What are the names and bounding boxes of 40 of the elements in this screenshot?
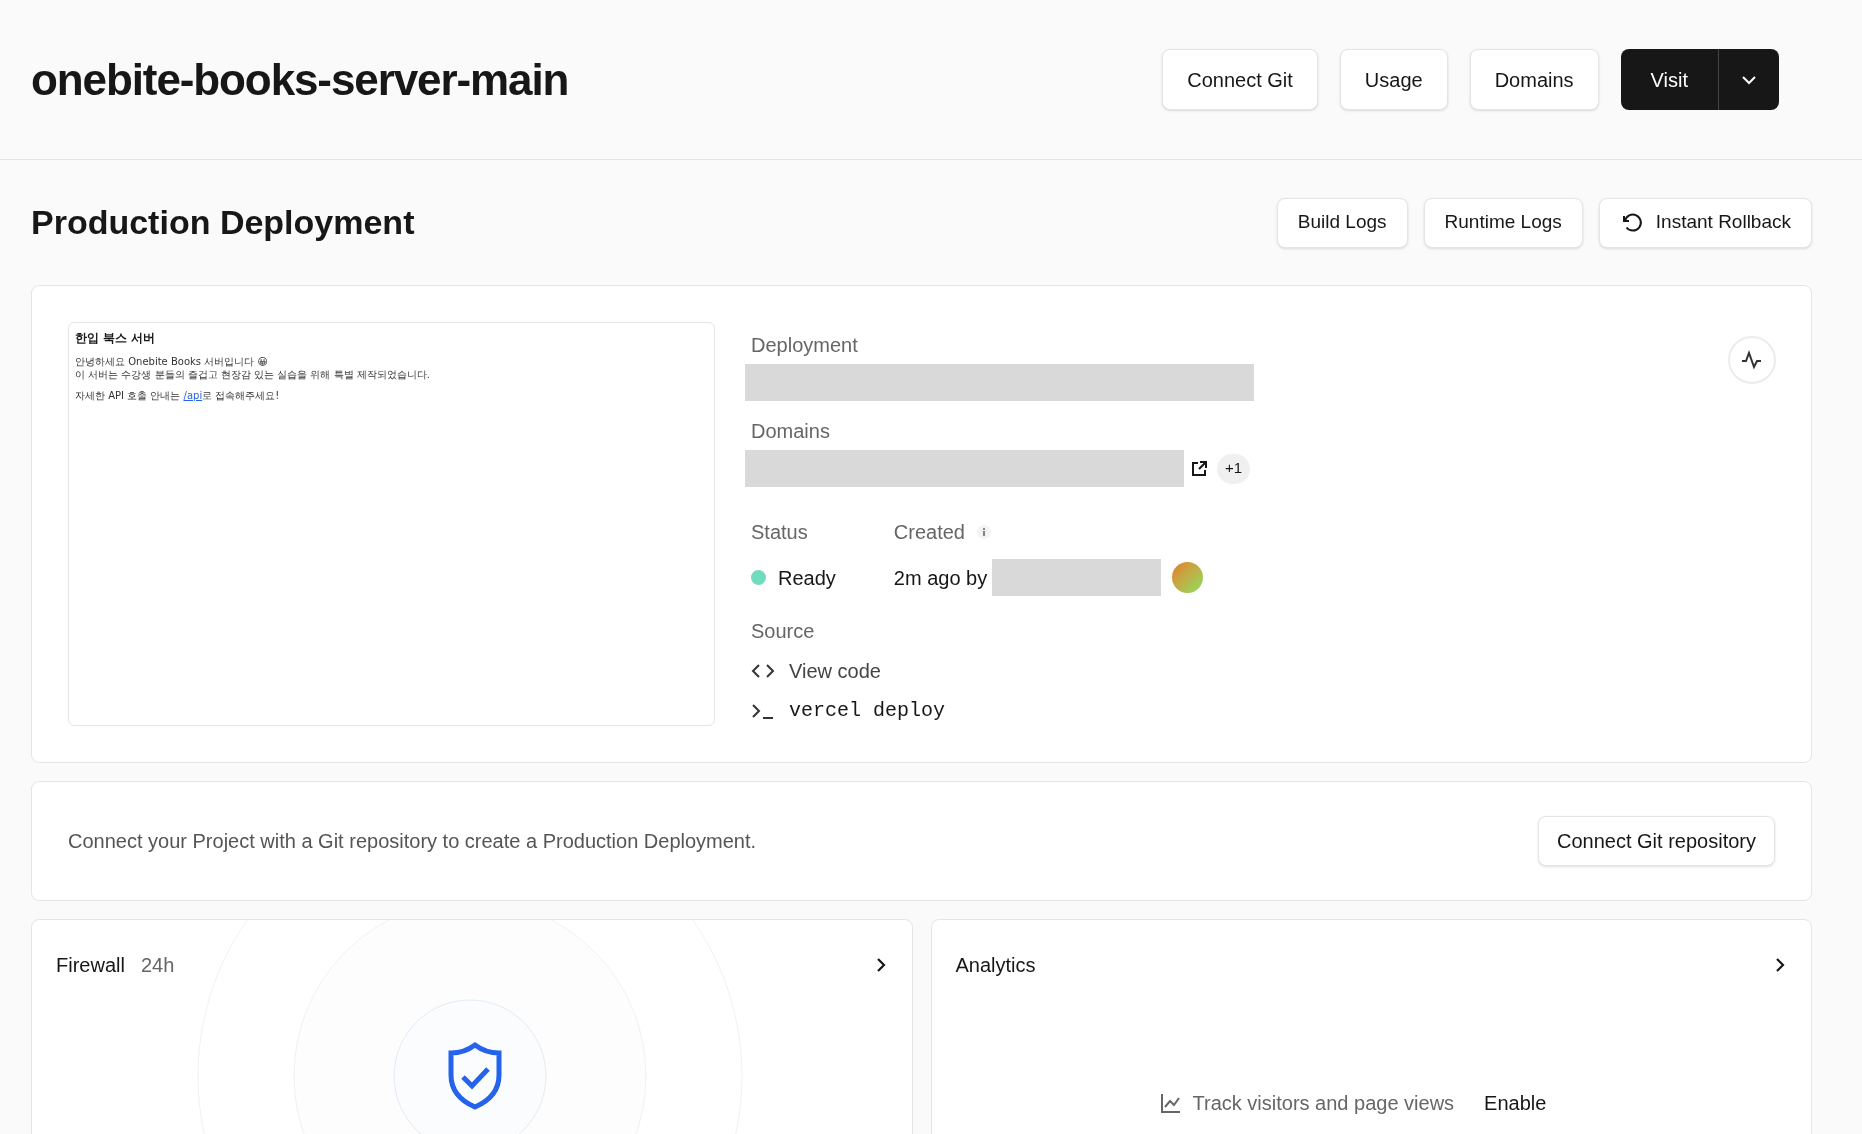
deploy-command: vercel deploy [789, 698, 946, 724]
activity-button[interactable] [1728, 336, 1776, 384]
line-chart-icon [1158, 1091, 1183, 1115]
hint-text: Track visitors and page views [1192, 1091, 1455, 1116]
field-label: Created [893, 520, 965, 545]
card-title: Analytics [955, 953, 1036, 978]
preview-text: 이 서버는 수강생 분들의 즐겁고 현장감 있는 실습을 위해 특별 제작되었습니다. [75, 368, 431, 381]
api-link[interactable]: /api [183, 389, 203, 402]
info-icon[interactable] [976, 525, 991, 539]
created-text: 2m ago by [893, 565, 988, 591]
enable-button[interactable]: Enable [1484, 1088, 1547, 1118]
field-label: Deployment [751, 333, 859, 358]
project-title: onebite-books-server-main [31, 53, 569, 106]
chevron-right-icon[interactable] [1773, 957, 1787, 973]
activity-icon [1740, 350, 1764, 370]
view-code-link[interactable]: View code [789, 656, 881, 686]
logs-button[interactable]: Build Logs [1276, 197, 1408, 248]
rollback-button[interactable]: Instant Rollback [1598, 197, 1812, 248]
header-button[interactable]: Domains [1469, 49, 1599, 110]
field-label: Domains [751, 419, 831, 444]
avatar [1172, 562, 1204, 593]
header-button[interactable]: Connect Git [1162, 49, 1318, 110]
domain-count-badge[interactable]: +1 [1217, 453, 1251, 484]
connect-git-button[interactable]: Connect Git repository [1538, 816, 1775, 866]
field-label: Status [751, 520, 809, 545]
preview-text: 안녕하세요 Onebite Books 서버입니다 😀 [75, 355, 269, 368]
section-title: Production Deployment [31, 202, 415, 243]
preview-text: 자세한 API 호출 안내는 [75, 389, 182, 402]
period-text: 24h [140, 953, 175, 978]
external-link-icon[interactable] [1190, 459, 1208, 478]
terminal-icon [751, 702, 775, 720]
card-title: Firewall [56, 953, 125, 978]
notice-text: Connect your Project with a Git repository to create a Production Deployment. [68, 829, 757, 854]
logs-button[interactable]: Runtime Logs [1423, 197, 1583, 248]
code-icon [751, 662, 775, 680]
preview-heading: 한입 북스 서버 [75, 330, 157, 347]
status-text: Ready [778, 565, 836, 591]
field-label: Source [751, 619, 816, 644]
header-button[interactable]: Usage [1339, 49, 1448, 110]
preview-text: 로 접속해주세요! [202, 389, 280, 402]
